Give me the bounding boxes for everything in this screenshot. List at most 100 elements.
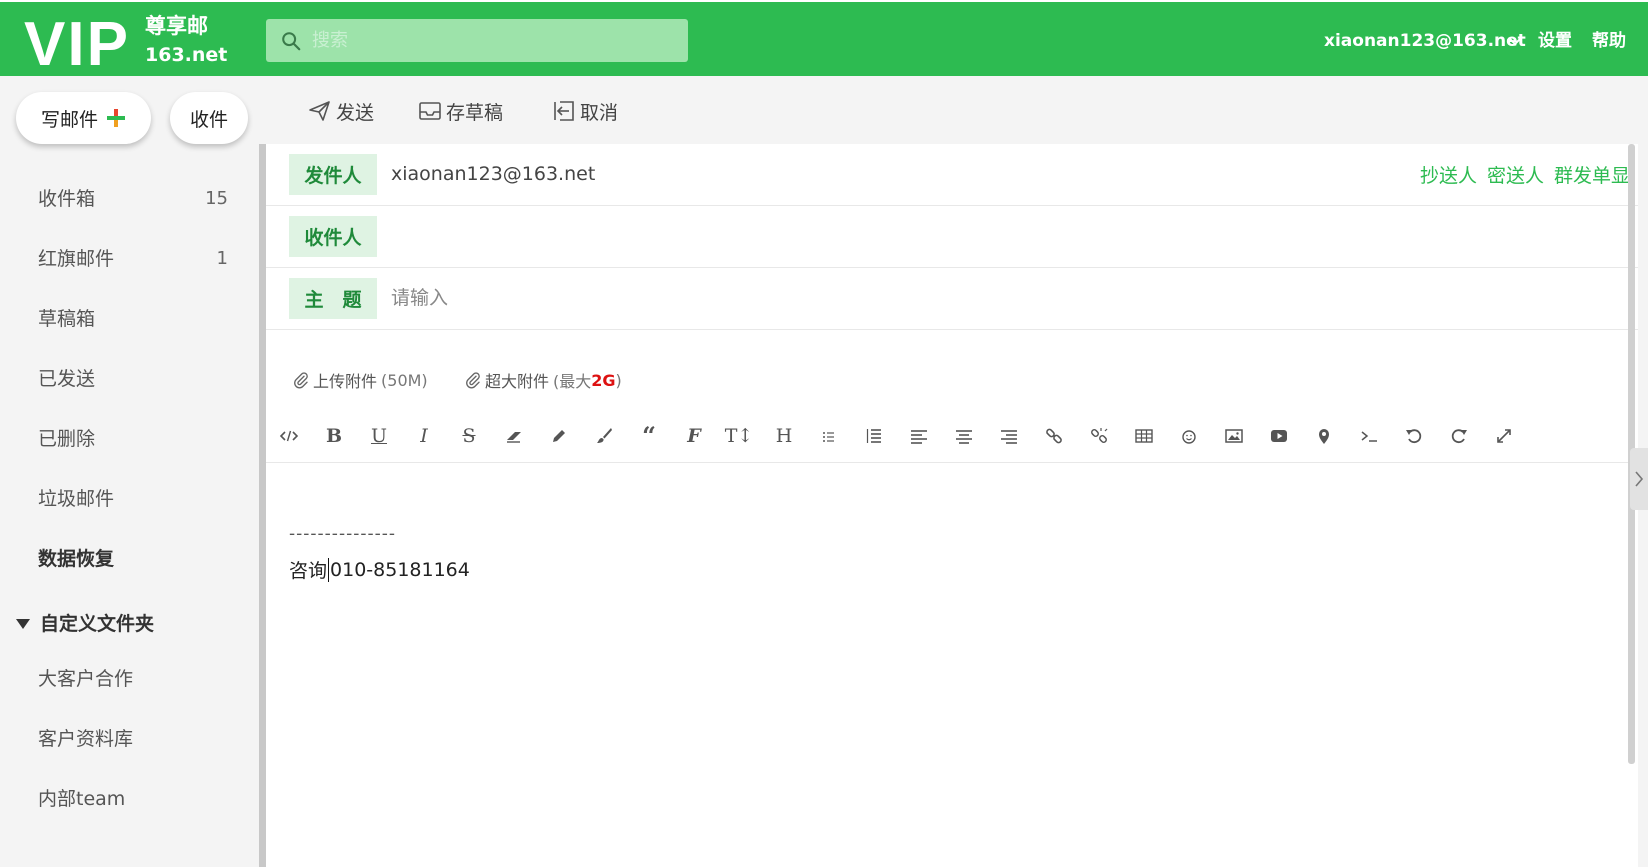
brush-icon: [597, 428, 612, 443]
receive-button[interactable]: 收件: [170, 92, 248, 144]
inbox-tray-icon: [419, 102, 441, 120]
underline-button[interactable]: U: [365, 422, 393, 450]
settings-link[interactable]: 设置: [1538, 29, 1572, 53]
user-account-menu[interactable]: xiaonan123@163.net: [1324, 29, 1526, 53]
compose-button[interactable]: 写邮件: [16, 92, 151, 144]
folder-flagged[interactable]: 红旗邮件 1: [38, 241, 228, 277]
eraser-icon: [507, 432, 521, 443]
insert-image-button[interactable]: [1220, 422, 1248, 450]
side-panel-toggle[interactable]: [1630, 448, 1648, 510]
insert-link-button[interactable]: [1040, 422, 1068, 450]
code-block-button[interactable]: [1355, 422, 1383, 450]
large-attachment-prefix: (最大: [553, 372, 592, 391]
numbered-list-button[interactable]: [860, 422, 888, 450]
quote-icon: “: [642, 421, 656, 450]
attachment-row: 上传附件 (50M) 超大附件 (最大 2G): [266, 350, 1638, 408]
align-left-button[interactable]: [905, 422, 933, 450]
cancel-button[interactable]: 取消: [552, 96, 618, 126]
compose-panel: 发件人 xiaonan123@163.net 抄送人 密送人 群发单显 收件人 …: [266, 144, 1638, 867]
folder-sent[interactable]: 已发送: [38, 361, 228, 397]
separate-send-link[interactable]: 群发单显: [1554, 161, 1630, 188]
text-size-icon: T↕: [724, 425, 754, 447]
italic-button[interactable]: I: [410, 422, 438, 450]
fullscreen-button[interactable]: [1490, 422, 1518, 450]
bold-button[interactable]: B: [320, 422, 348, 450]
custom-folder-item[interactable]: 内部team: [38, 781, 228, 817]
add-cc-link[interactable]: 抄送人: [1420, 161, 1477, 188]
attachment-limit: (50M): [381, 370, 428, 390]
logo-vip[interactable]: VIP: [24, 10, 130, 80]
folder-spam[interactable]: 垃圾邮件: [38, 481, 228, 517]
align-right-button[interactable]: [995, 422, 1023, 450]
upload-attachment-button[interactable]: 上传附件 (50M): [292, 368, 428, 392]
upload-attachment-label: 上传附件: [313, 372, 378, 391]
strikethrough-button[interactable]: S: [455, 422, 483, 450]
triangle-down-icon: [16, 619, 30, 629]
add-bcc-link[interactable]: 密送人: [1487, 161, 1544, 188]
strikethrough-icon: S: [462, 425, 476, 447]
source-code-button[interactable]: [275, 422, 303, 450]
receive-label: 收件: [189, 108, 228, 131]
underline-icon: U: [370, 425, 387, 447]
message-body-editor[interactable]: --------------- 咨询 010-85181164: [266, 464, 1638, 867]
send-button[interactable]: 发送: [308, 96, 374, 126]
font-size-button[interactable]: T↕: [724, 422, 754, 450]
undo-button[interactable]: [1400, 422, 1428, 450]
custom-folders-label: 自定义文件夹: [40, 613, 155, 635]
redo-button[interactable]: [1445, 422, 1473, 450]
eraser-button[interactable]: [500, 422, 528, 450]
compose-label: 写邮件: [40, 108, 98, 131]
folder-label: 数据恢复: [38, 548, 115, 570]
custom-folder-item[interactable]: 大客户合作: [38, 661, 228, 697]
to-input[interactable]: [391, 220, 1191, 252]
plus-icon: [107, 109, 125, 127]
insert-table-button[interactable]: [1130, 422, 1158, 450]
blockquote-button[interactable]: “: [635, 422, 663, 450]
from-value[interactable]: xiaonan123@163.net: [391, 160, 595, 188]
send-icon: [309, 101, 330, 121]
save-draft-button[interactable]: 存草稿: [418, 96, 503, 126]
help-link[interactable]: 帮助: [1592, 29, 1626, 53]
redo-icon: [1451, 429, 1467, 444]
image-icon: [1225, 429, 1243, 443]
bullet-list-button[interactable]: [815, 422, 843, 450]
search-box[interactable]: [266, 19, 688, 62]
search-input[interactable]: [312, 19, 672, 62]
align-right-icon: [1001, 430, 1017, 444]
subject-input[interactable]: [391, 282, 1191, 314]
brush-button[interactable]: [590, 422, 618, 450]
insert-location-button[interactable]: [1310, 422, 1338, 450]
logo-domain: 163.net: [145, 44, 228, 66]
large-attachment-button[interactable]: 超大附件 (最大 2G): [464, 368, 622, 392]
folder-drafts[interactable]: 草稿箱: [38, 301, 228, 337]
font-family-button[interactable]: F: [680, 422, 708, 450]
emoji-button[interactable]: [1175, 422, 1203, 450]
folder-label: 垃圾邮件: [38, 488, 115, 510]
heading-button[interactable]: H: [770, 422, 798, 450]
paperclip-icon: [466, 372, 480, 389]
font-icon: F: [687, 425, 701, 447]
large-attachment-suffix: ): [615, 370, 622, 390]
send-label: 发送: [336, 101, 375, 124]
folder-data-recovery[interactable]: 数据恢复: [38, 541, 228, 577]
unlink-button[interactable]: [1085, 422, 1113, 450]
custom-folders-toggle[interactable]: 自定义文件夹: [16, 606, 154, 642]
video-icon: [1271, 430, 1287, 442]
pencil-icon: [553, 430, 565, 442]
insert-video-button[interactable]: [1265, 422, 1293, 450]
compose-toolbar: 发送 存草稿 取消: [266, 76, 1648, 144]
flagged-count: 1: [216, 248, 228, 269]
pencil-button[interactable]: [545, 422, 573, 450]
unlink-icon: [1091, 428, 1108, 443]
folder-inbox[interactable]: 收件箱 15: [38, 181, 228, 217]
folder-deleted[interactable]: 已删除: [38, 421, 228, 457]
heading-icon: H: [775, 425, 793, 447]
chevron-down-icon[interactable]: [1508, 36, 1522, 46]
cancel-label: 取消: [580, 101, 619, 124]
table-icon: [1135, 429, 1153, 443]
sidebar-scrollbar[interactable]: [259, 144, 266, 867]
align-center-button[interactable]: [950, 422, 978, 450]
from-row: 发件人 xiaonan123@163.net 抄送人 密送人 群发单显: [266, 144, 1638, 206]
search-icon[interactable]: [280, 30, 302, 52]
custom-folder-item[interactable]: 客户资料库: [38, 721, 228, 757]
